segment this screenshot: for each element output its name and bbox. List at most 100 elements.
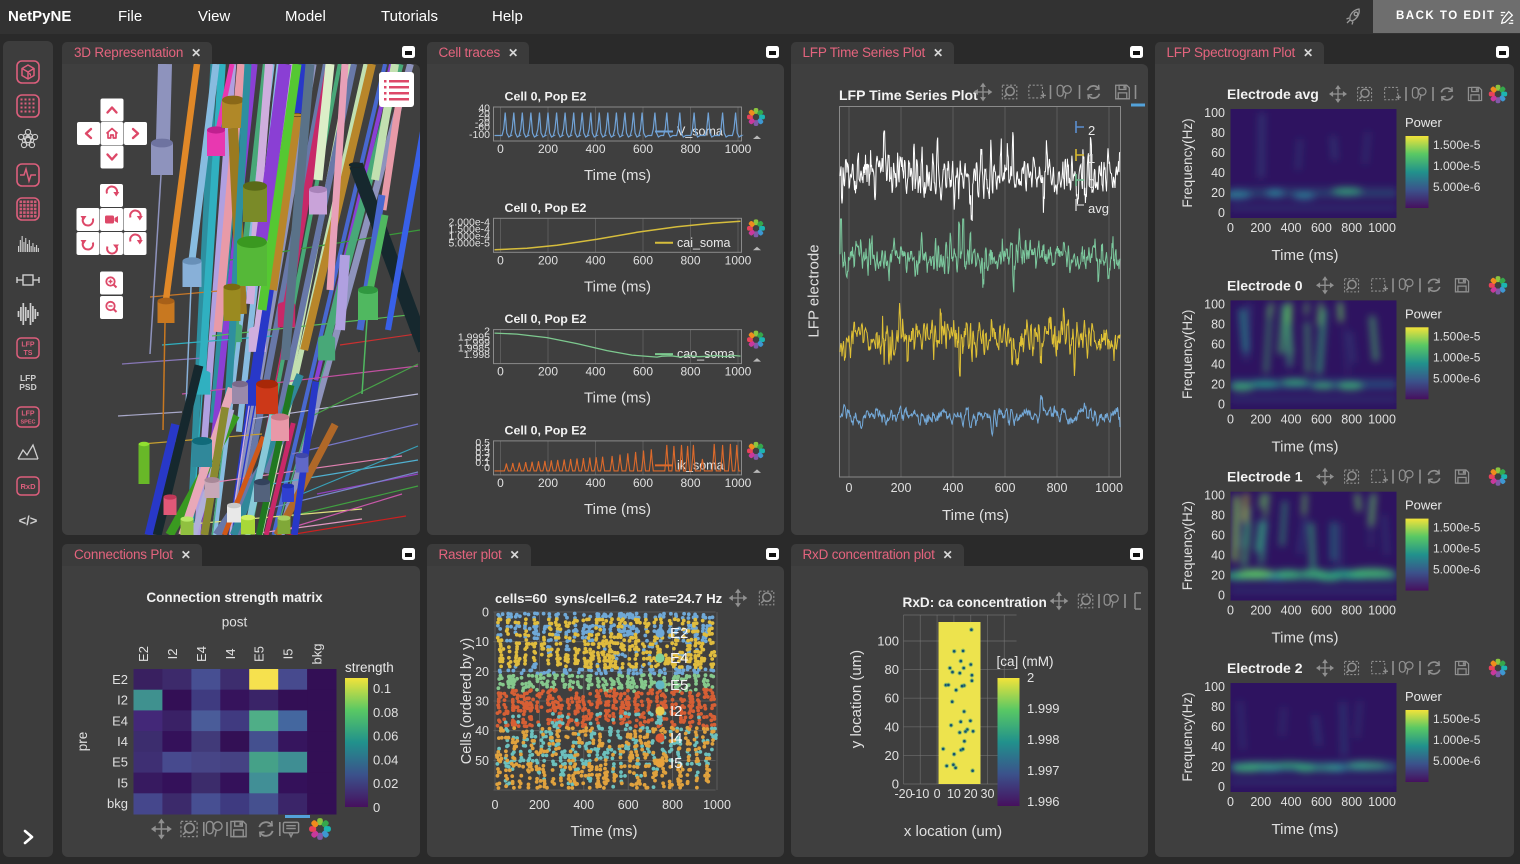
- svg-text:I4: I4: [670, 730, 683, 747]
- svg-text:0.08: 0.08: [373, 705, 398, 720]
- svg-text:x location (um): x location (um): [903, 823, 1001, 840]
- svg-text:400: 400: [1280, 604, 1301, 618]
- svg-text:400: 400: [585, 253, 605, 267]
- svg-text:Time (ms): Time (ms): [584, 167, 651, 184]
- svg-text:0: 0: [845, 481, 852, 495]
- svg-text:600: 600: [1310, 412, 1331, 426]
- svg-text:100: 100: [1204, 106, 1225, 120]
- svg-text:40: 40: [1211, 549, 1225, 563]
- svg-text:200: 200: [1250, 795, 1271, 809]
- svg-text:1.999: 1.999: [1027, 701, 1060, 716]
- svg-text:I2: I2: [165, 649, 180, 660]
- svg-text:5.000e-6: 5.000e-6: [1433, 371, 1481, 385]
- svg-text:y location (um): y location (um): [848, 650, 865, 748]
- svg-text:1.500e-5: 1.500e-5: [1433, 521, 1481, 535]
- svg-text:1000: 1000: [703, 798, 731, 812]
- svg-text:0: 0: [1218, 397, 1225, 411]
- svg-text:1000: 1000: [1095, 481, 1123, 495]
- svg-text:5.000e-6: 5.000e-6: [1433, 563, 1481, 577]
- svg-text:PSD: PSD: [19, 382, 36, 392]
- svg-text:E4: E4: [194, 646, 209, 662]
- svg-text:Time (ms): Time (ms): [570, 823, 637, 840]
- svg-text:cells=60 syns/cell=6.2 rate=: cells=60 syns/cell=6.2 rate=24.7 Hz: [495, 591, 723, 606]
- svg-text:0: 0: [482, 606, 489, 620]
- svg-text:LFP electrode: LFP electrode: [805, 244, 822, 337]
- svg-text:40: 40: [475, 724, 489, 738]
- svg-text:Frequency(Hz): Frequency(Hz): [1180, 118, 1195, 207]
- svg-text:1.000e-5: 1.000e-5: [1433, 350, 1481, 364]
- svg-text:2: 2: [1088, 123, 1095, 138]
- svg-text:-20: -20: [894, 787, 912, 801]
- svg-text:1.000e-5: 1.000e-5: [1433, 733, 1481, 747]
- svg-text:50: 50: [475, 754, 489, 768]
- svg-text:E4: E4: [112, 713, 128, 728]
- svg-text:0: 0: [1227, 221, 1234, 235]
- svg-text:200: 200: [890, 481, 911, 495]
- svg-text:1000: 1000: [1368, 221, 1396, 235]
- svg-text:post: post: [222, 615, 248, 630]
- svg-text:800: 800: [680, 365, 700, 379]
- svg-text:LFP: LFP: [21, 411, 35, 418]
- svg-text:600: 600: [632, 365, 652, 379]
- svg-text:800: 800: [680, 476, 700, 490]
- svg-text:20: 20: [1211, 377, 1225, 391]
- svg-text:20: 20: [884, 748, 898, 763]
- svg-text:800: 800: [680, 142, 700, 156]
- svg-text:Cell 0, Pop E2: Cell 0, Pop E2: [504, 312, 586, 326]
- svg-text:100: 100: [1204, 489, 1225, 503]
- svg-text:0: 0: [1227, 604, 1234, 618]
- svg-text:I4: I4: [223, 649, 238, 660]
- svg-text:600: 600: [1310, 604, 1331, 618]
- svg-text:10: 10: [946, 787, 960, 801]
- svg-text:200: 200: [1250, 604, 1271, 618]
- svg-text:Cell 0, Pop E2: Cell 0, Pop E2: [504, 423, 586, 437]
- svg-text:Connection strength matrix: Connection strength matrix: [146, 590, 323, 605]
- svg-text:200: 200: [1250, 221, 1271, 235]
- svg-text:cao_soma: cao_soma: [677, 347, 735, 361]
- svg-text:0: 0: [1088, 176, 1095, 191]
- svg-text:2: 2: [1027, 670, 1034, 685]
- svg-text:1.996: 1.996: [1027, 794, 1060, 809]
- svg-text:20: 20: [1211, 760, 1225, 774]
- svg-text:1.997: 1.997: [1027, 763, 1060, 778]
- svg-text:800: 800: [680, 253, 700, 267]
- svg-text:400: 400: [585, 365, 605, 379]
- svg-text:E2: E2: [136, 646, 151, 662]
- svg-text:1000: 1000: [724, 253, 751, 267]
- svg-text:800: 800: [1341, 795, 1362, 809]
- svg-text:Electrode 0: Electrode 0: [1227, 277, 1303, 293]
- svg-text:0.04: 0.04: [373, 752, 398, 767]
- svg-text:Power: Power: [1405, 498, 1443, 513]
- svg-text:800: 800: [1341, 604, 1362, 618]
- svg-text:400: 400: [942, 481, 963, 495]
- svg-text:Frequency(Hz): Frequency(Hz): [1180, 692, 1195, 781]
- svg-text:pre: pre: [75, 732, 90, 752]
- svg-text:0: 0: [373, 800, 380, 815]
- svg-text:0: 0: [933, 787, 940, 801]
- svg-text:Cell 0, Pop E2: Cell 0, Pop E2: [504, 201, 586, 215]
- svg-text:20: 20: [475, 665, 489, 679]
- svg-text:600: 600: [632, 253, 652, 267]
- svg-text:800: 800: [1046, 481, 1067, 495]
- svg-text:5.000e-6: 5.000e-6: [1433, 180, 1481, 194]
- svg-text:200: 200: [537, 476, 557, 490]
- svg-text:800: 800: [1341, 221, 1362, 235]
- svg-text:I2: I2: [117, 693, 128, 708]
- svg-text:0.1: 0.1: [373, 681, 391, 696]
- svg-text:5.000e-5: 5.000e-5: [448, 237, 490, 249]
- svg-text:800: 800: [1341, 412, 1362, 426]
- svg-text:SPEC: SPEC: [21, 420, 36, 426]
- svg-text:I5: I5: [670, 755, 683, 772]
- svg-text:Electrode avg: Electrode avg: [1227, 86, 1319, 102]
- svg-text:40: 40: [884, 719, 898, 734]
- svg-text:Time (ms): Time (ms): [1271, 821, 1338, 838]
- svg-text:1000: 1000: [1368, 412, 1396, 426]
- svg-text:1000: 1000: [724, 476, 751, 490]
- svg-text:80: 80: [1211, 126, 1225, 140]
- svg-text:200: 200: [537, 142, 557, 156]
- svg-text:80: 80: [1211, 509, 1225, 523]
- svg-text:I5: I5: [117, 775, 128, 790]
- svg-text:0: 0: [491, 798, 498, 812]
- svg-text:-100: -100: [468, 129, 489, 141]
- svg-text:[ca] (mM): [ca] (mM): [996, 654, 1053, 669]
